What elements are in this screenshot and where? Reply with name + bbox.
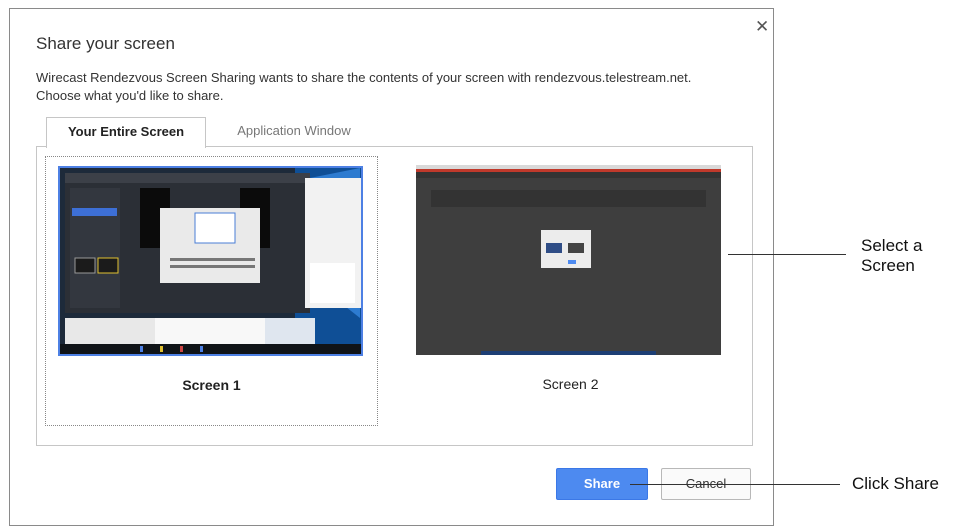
share-screen-dialog: Share your screen ✕ Wirecast Rendezvous …	[9, 8, 774, 526]
screen-2-thumbnail[interactable]	[416, 165, 721, 355]
dialog-title: Share your screen	[36, 34, 175, 53]
screen-2-preview-image	[416, 165, 721, 355]
select-screen-callout-line	[728, 254, 846, 255]
screen-1-label: Screen 1	[182, 377, 241, 393]
tab-entire-screen[interactable]: Your Entire Screen	[46, 117, 206, 148]
close-icon[interactable]: ✕	[755, 17, 769, 37]
screen-sources-panel: Screen 1 Screen 2	[36, 146, 753, 446]
tab-application-window[interactable]: Application Window	[214, 117, 374, 147]
screen-1-preview-image	[60, 168, 361, 354]
screen-1-source[interactable]: Screen 1	[45, 156, 378, 426]
dialog-message: Wirecast Rendezvous Screen Sharing wants…	[36, 70, 692, 103]
screen-2-source[interactable]: Screen 2	[404, 156, 737, 426]
click-share-callout: Click Share	[852, 474, 939, 493]
click-share-callout-line	[630, 484, 840, 485]
screen-1-thumbnail[interactable]	[58, 166, 363, 356]
screen-2-label: Screen 2	[542, 376, 599, 392]
select-screen-callout: Select a Screen	[861, 236, 923, 275]
